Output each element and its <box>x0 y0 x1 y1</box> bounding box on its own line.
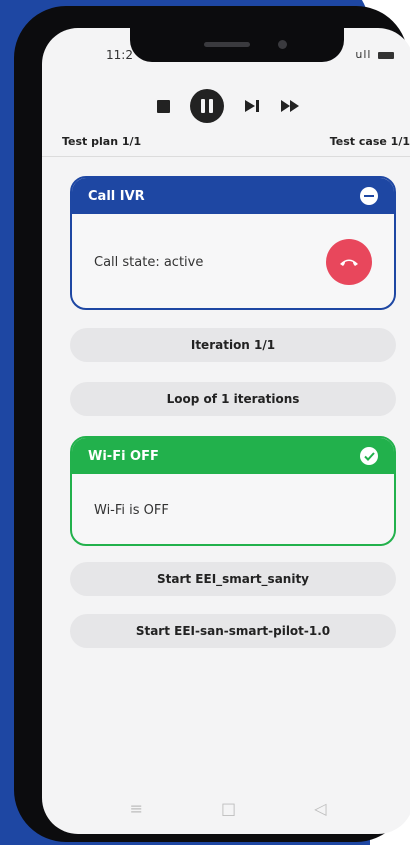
speaker <box>204 42 250 47</box>
camera <box>278 40 287 49</box>
test-case-label: Test case 1/1 <box>329 135 410 148</box>
start-pilot-pill[interactable]: Start EEI-san-smart-pilot-1.0 <box>70 614 396 648</box>
phone-frame: 11:2 ull Test plan 1/1 Test case 1/1 Cal… <box>14 6 410 842</box>
divider <box>42 156 410 157</box>
fast-forward-button[interactable] <box>280 99 300 113</box>
stop-button[interactable] <box>156 99 170 113</box>
start-sanity-pill[interactable]: Start EEI_smart_sanity <box>70 562 396 596</box>
fast-forward-icon <box>280 100 299 112</box>
hang-up-icon <box>340 259 358 266</box>
call-ivr-card: Call IVR Call state: active <box>70 176 396 310</box>
wifi-off-card: Wi-Fi OFF Wi-Fi is OFF <box>70 436 396 546</box>
plan-row: Test plan 1/1 Test case 1/1 <box>62 135 410 148</box>
signal-icon: ull <box>355 48 372 61</box>
hang-up-button[interactable] <box>326 239 372 285</box>
wifi-status-text: Wi-Fi is OFF <box>94 502 169 518</box>
battery-icon <box>378 51 394 59</box>
call-ivr-body: Call state: active <box>72 214 394 308</box>
call-state-text: Call state: active <box>94 254 204 270</box>
pause-icon <box>200 99 205 113</box>
call-ivr-header: Call IVR <box>72 178 394 214</box>
back-icon[interactable]: ◁ <box>314 799 326 818</box>
loop-pill[interactable]: Loop of 1 iterations <box>70 382 396 416</box>
wifi-off-header: Wi-Fi OFF <box>72 438 394 474</box>
check-circle-icon <box>360 447 378 465</box>
home-icon[interactable]: □ <box>221 799 236 818</box>
iteration-pill[interactable]: Iteration 1/1 <box>70 328 396 362</box>
call-ivr-title: Call IVR <box>88 188 145 204</box>
skip-next-icon <box>244 100 259 112</box>
notch <box>130 28 344 62</box>
playback-controls <box>42 86 410 126</box>
pause-button[interactable] <box>189 89 224 123</box>
skip-next-button[interactable] <box>244 99 260 113</box>
wifi-off-body: Wi-Fi is OFF <box>72 474 394 544</box>
minus-circle-icon[interactable] <box>360 187 378 205</box>
screen: 11:2 ull Test plan 1/1 Test case 1/1 Cal… <box>42 28 410 834</box>
wifi-off-title: Wi-Fi OFF <box>88 448 159 464</box>
status-icons: ull <box>355 48 394 61</box>
status-time: 11:2 <box>106 48 133 62</box>
android-nav-bar: ≡ □ ◁ <box>42 796 410 820</box>
test-plan-label: Test plan 1/1 <box>62 135 142 148</box>
stop-icon <box>156 99 170 113</box>
menu-icon[interactable]: ≡ <box>130 799 143 818</box>
